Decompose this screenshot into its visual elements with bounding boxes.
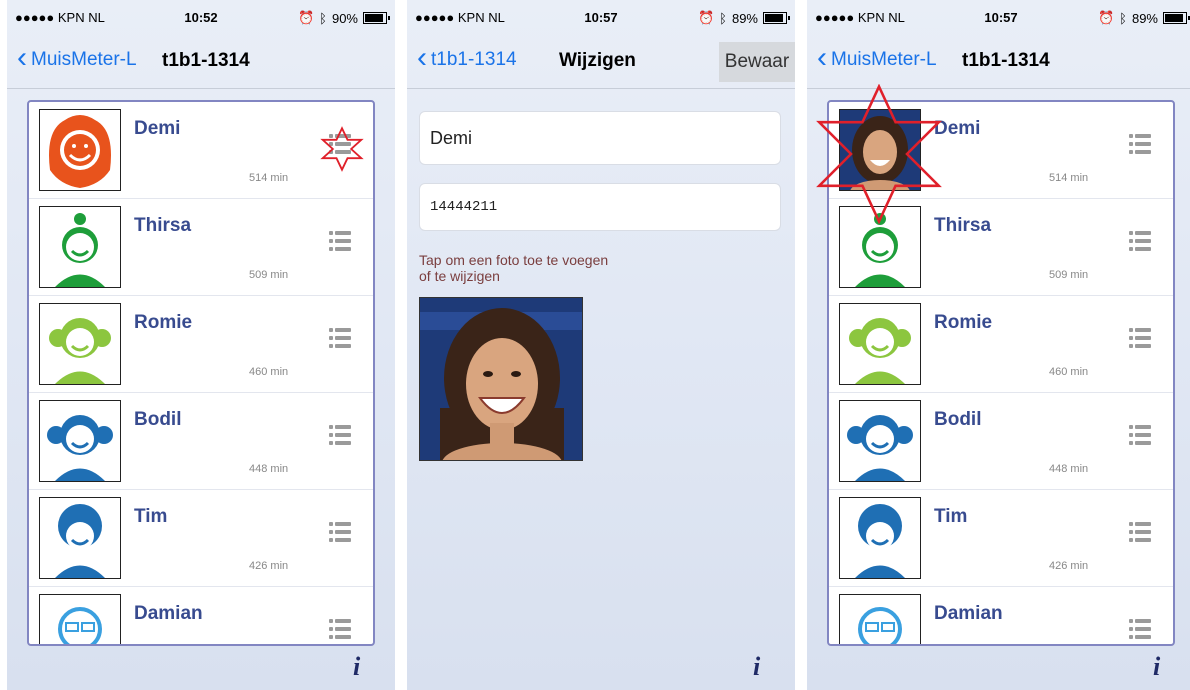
highlight-star-icon (816, 84, 942, 224)
battery-icon (763, 12, 790, 24)
minutes-label: 460 min (1049, 366, 1089, 378)
boy-blue-icon[interactable] (839, 497, 921, 579)
boy-glasses-icon[interactable] (839, 594, 921, 644)
list-detail-icon[interactable] (329, 423, 351, 447)
battery-icon (1163, 12, 1190, 24)
list-item[interactable]: Damian (29, 587, 373, 644)
name-field[interactable] (419, 111, 781, 165)
alarm-icon: ⏰ (697, 10, 715, 25)
navigation-bar: ‹ MuisMeter-L t1b1-1314 (807, 36, 1190, 89)
girl-blue-icon[interactable] (839, 400, 921, 482)
back-label: MuisMeter-L (31, 49, 137, 70)
bluetooth-icon: ᛒ (719, 10, 727, 26)
list-item[interactable]: Damian (829, 587, 1173, 644)
minutes-label: 426 min (1049, 560, 1089, 572)
code-input[interactable] (420, 184, 780, 230)
chevron-left-icon: ‹ (417, 41, 427, 74)
chevron-left-icon: ‹ (17, 41, 27, 74)
list-item[interactable]: Tim 426 min (829, 490, 1173, 587)
minutes-label: 509 min (249, 269, 289, 281)
child-name: Bodil (934, 409, 982, 430)
status-bar: ●●●●● KPN NL 10:57 ⏰ ᛒ 89% (407, 0, 795, 36)
photo-button[interactable] (419, 297, 583, 461)
child-name: Bodil (134, 409, 182, 430)
navigation-bar: ‹ MuisMeter-L t1b1-1314 (7, 36, 395, 89)
list-item[interactable]: Thirsa 509 min (29, 199, 373, 296)
info-icon[interactable]: i (1153, 652, 1160, 682)
back-label: t1b1-1314 (431, 49, 517, 70)
alarm-icon: ⏰ (1097, 10, 1115, 25)
phone-screen-edit: ●●●●● KPN NL 10:57 ⏰ ᛒ 89% ‹ t1b1-1314 W… (407, 0, 795, 690)
battery-percent: 90% (331, 10, 358, 26)
list-detail-icon[interactable] (1129, 617, 1151, 641)
list-detail-icon[interactable] (1129, 132, 1151, 156)
back-button[interactable]: ‹ MuisMeter-L (17, 41, 137, 74)
code-field[interactable] (419, 183, 781, 231)
girl-orange-icon[interactable] (39, 109, 121, 191)
battery-percent: 89% (1131, 10, 1158, 26)
list-detail-icon[interactable] (1129, 326, 1151, 350)
bluetooth-icon: ᛒ (319, 10, 327, 26)
list-item[interactable]: Bodil 448 min (829, 393, 1173, 490)
info-icon[interactable]: i (353, 652, 360, 682)
list-item[interactable]: Bodil 448 min (29, 393, 373, 490)
list-detail-icon[interactable] (329, 229, 351, 253)
bluetooth-icon: ᛒ (1119, 10, 1127, 26)
minutes-label: 514 min (249, 172, 289, 184)
phone-screen-list: ●●●●● KPN NL 10:52 ⏰ ᛒ 90% ‹ MuisMeter-L… (7, 0, 395, 690)
list-detail-icon[interactable] (329, 617, 351, 641)
back-button[interactable]: ‹ MuisMeter-L (817, 41, 937, 74)
back-button[interactable]: ‹ t1b1-1314 (417, 41, 517, 74)
portrait-photo-icon (420, 298, 582, 460)
girl-lime-icon[interactable] (39, 303, 121, 385)
list-detail-icon[interactable] (1129, 423, 1151, 447)
child-name: Thirsa (134, 215, 192, 236)
list-detail-icon[interactable] (1129, 520, 1151, 544)
boy-blue-icon[interactable] (39, 497, 121, 579)
child-list: Demi 514 min Thirsa 509 min Romie 460 min Bodi… (27, 100, 375, 646)
nav-title: t1b1-1314 (162, 50, 250, 71)
girl-green-icon[interactable] (39, 206, 121, 288)
child-name: Romie (134, 312, 193, 333)
list-detail-icon[interactable] (329, 326, 351, 350)
child-name: Demi (134, 118, 181, 139)
status-bar: ●●●●● KPN NL 10:57 ⏰ ᛒ 89% (807, 0, 1190, 36)
back-label: MuisMeter-L (831, 49, 937, 70)
status-bar: ●●●●● KPN NL 10:52 ⏰ ᛒ 90% (7, 0, 395, 36)
list-item[interactable]: Romie 460 min (829, 296, 1173, 393)
minutes-label: 426 min (249, 560, 289, 572)
highlight-star-icon (320, 126, 364, 172)
name-input[interactable] (420, 112, 780, 164)
nav-title: t1b1-1314 (962, 50, 1050, 71)
list-detail-icon[interactable] (329, 520, 351, 544)
list-item[interactable]: Romie 460 min (29, 296, 373, 393)
minutes-label: 514 min (1049, 172, 1089, 184)
battery-icon (363, 12, 390, 24)
photo-hint: Tap om een foto toe te voegen of te wijz… (419, 252, 609, 284)
child-name: Romie (934, 312, 993, 333)
nav-title: Wijzigen (559, 50, 636, 71)
child-name: Damian (934, 603, 1003, 624)
list-detail-icon[interactable] (1129, 229, 1151, 253)
girl-lime-icon[interactable] (839, 303, 921, 385)
minutes-label: 460 min (249, 366, 289, 378)
chevron-left-icon: ‹ (817, 41, 827, 74)
child-name: Tim (134, 506, 168, 527)
minutes-label: 448 min (249, 463, 289, 475)
list-item[interactable]: Tim 426 min (29, 490, 373, 587)
phone-screen-list-updated: ●●●●● KPN NL 10:57 ⏰ ᛒ 89% ‹ MuisMeter-L… (807, 0, 1190, 690)
minutes-label: 448 min (1049, 463, 1089, 475)
child-name: Tim (934, 506, 968, 527)
save-button[interactable]: Bewaar (719, 42, 795, 82)
info-icon[interactable]: i (753, 652, 760, 682)
navigation-bar: ‹ t1b1-1314 Wijzigen Bewaar (407, 36, 795, 89)
girl-blue-icon[interactable] (39, 400, 121, 482)
minutes-label: 509 min (1049, 269, 1089, 281)
alarm-icon: ⏰ (297, 10, 315, 25)
child-name: Damian (134, 603, 203, 624)
boy-glasses-icon[interactable] (39, 594, 121, 644)
battery-percent: 89% (731, 10, 758, 26)
